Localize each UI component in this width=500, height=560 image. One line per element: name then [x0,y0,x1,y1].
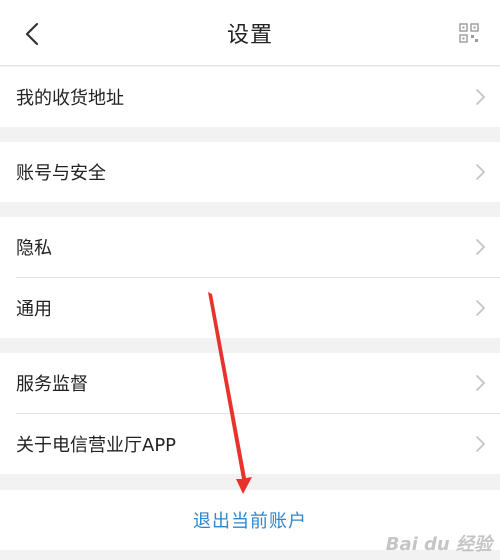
logout-label: 退出当前账户 [193,511,307,532]
page-title: 设置 [226,23,273,48]
row-label: 通用 [16,299,52,320]
chevron-right-icon [476,164,485,180]
row-general[interactable]: 通用 [0,278,500,338]
settings-group-address: 我的收货地址 [0,67,500,127]
chevron-right-icon [476,89,485,105]
row-label: 账号与安全 [16,163,106,184]
chevron-right-icon [476,436,485,452]
row-label: 服务监督 [16,374,88,395]
settings-group-service-about: 服务监督 关于电信营业厅APP [0,353,500,474]
chevron-right-icon [476,375,485,391]
qr-code-icon [459,23,479,43]
row-label: 隐私 [16,238,52,259]
chevron-right-icon [476,239,485,255]
chevron-right-icon [476,300,485,316]
header-bar: 设置 [0,0,500,66]
watermark-text: Bai du 经验 [385,534,492,555]
row-service-supervision[interactable]: 服务监督 [0,353,500,413]
watermark-logo: Bai du 经验 [386,530,492,556]
qr-code-button[interactable] [456,20,482,46]
settings-group-account: 账号与安全 [0,142,500,202]
row-label: 我的收货地址 [16,88,124,109]
row-about-app[interactable]: 关于电信营业厅APP [0,414,500,474]
settings-group-privacy-general: 隐私 通用 [0,217,500,338]
row-account-security[interactable]: 账号与安全 [0,142,500,202]
settings-screen: 设置 我的收货地址 账号与安全 隐私 通用 服务监督 关于电信营业厅APP 退出… [0,0,500,560]
row-shipping-address[interactable]: 我的收货地址 [0,67,500,127]
row-label: 关于电信营业厅APP [16,435,177,456]
row-privacy[interactable]: 隐私 [0,217,500,277]
